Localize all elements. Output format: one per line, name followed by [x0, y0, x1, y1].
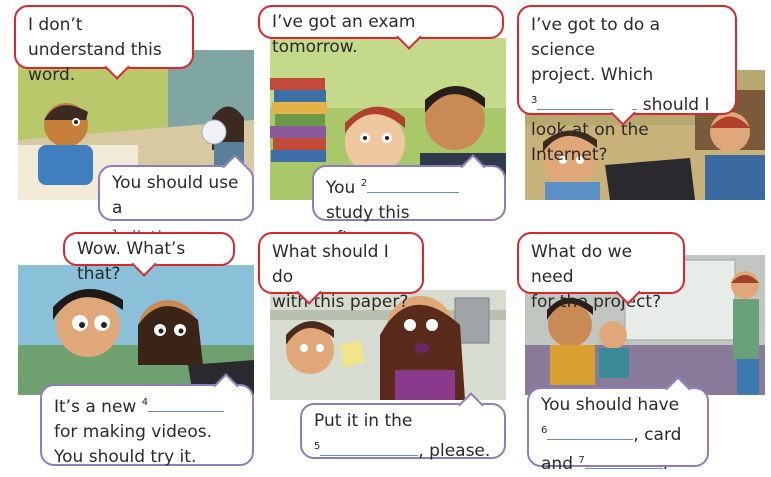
answer-text-6d: .	[662, 454, 669, 475]
answer-text-1: You should use a	[112, 173, 239, 218]
blank-6[interactable]	[547, 421, 634, 440]
question-6b: for the project?	[531, 292, 662, 312]
answer-text-6c: and	[541, 454, 573, 475]
answer-bubble-6: You should have 6, card and 7.	[527, 376, 709, 474]
question-3c: should I	[642, 94, 710, 115]
answer-bubble-5: Put it in the 5, please.	[300, 392, 506, 461]
blank-2[interactable]	[367, 174, 460, 193]
answer-text-2a: You	[326, 177, 356, 198]
answer-bubble-1: You should use a 1 dictionary.	[98, 154, 254, 249]
panel-4-illustration	[18, 265, 254, 395]
question-5b: with this paper?	[272, 292, 409, 312]
question-3a: I’ve got to do a science	[531, 15, 661, 60]
speech-bubble-1: I don’t understand this word.	[14, 5, 194, 85]
answer-bubble-2: You 2 study this afternoon.	[312, 154, 506, 248]
answer-text-6b: , card	[633, 424, 682, 445]
speech-bubble-5: What should I do with this paper?	[258, 232, 424, 312]
speech-bubble-3: I’ve got to do a science project. Which …	[517, 5, 737, 165]
question-3b: project. Which	[531, 65, 654, 85]
blank-7[interactable]	[584, 450, 663, 470]
answer-bubble-4: It’s a new 4 for making videos. You shou…	[40, 373, 254, 467]
answer-text-5b: , please.	[418, 440, 491, 461]
question-5a: What should I do	[272, 242, 389, 287]
speech-bubble-2: I’ve got an exam tomorrow.	[258, 5, 504, 57]
speech-bubble-4: Wow. What’s that?	[63, 232, 235, 284]
question-6a: What do we need	[531, 242, 633, 287]
answer-text-6a: You should have	[541, 395, 680, 415]
answer-text-4c: You should try it.	[54, 446, 197, 467]
answer-text-4a: It’s a new	[54, 396, 137, 417]
video-scene	[18, 265, 254, 395]
answer-text-4b: for making videos.	[54, 421, 212, 442]
blank-5[interactable]	[320, 437, 419, 456]
blank-4[interactable]	[148, 393, 225, 412]
answer-text-5a: Put it in the	[314, 411, 413, 431]
speech-bubble-6: What do we need for the project?	[517, 232, 685, 312]
